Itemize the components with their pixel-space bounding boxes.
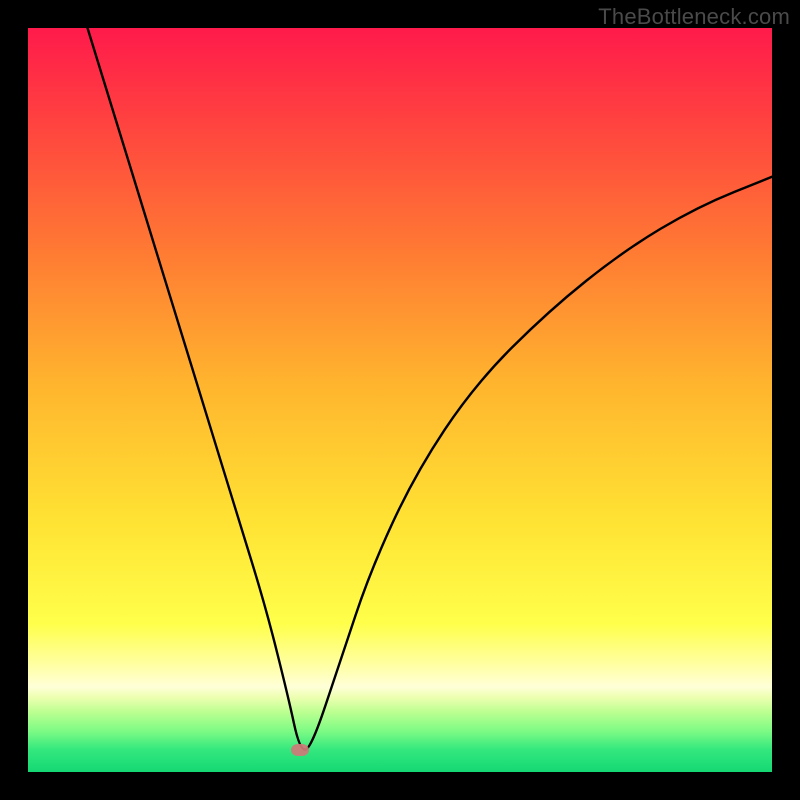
min-marker bbox=[291, 744, 309, 756]
watermark-text: TheBottleneck.com bbox=[598, 4, 790, 30]
chart-frame: TheBottleneck.com bbox=[0, 0, 800, 800]
plot-area bbox=[28, 28, 772, 772]
bottleneck-curve bbox=[28, 28, 772, 772]
